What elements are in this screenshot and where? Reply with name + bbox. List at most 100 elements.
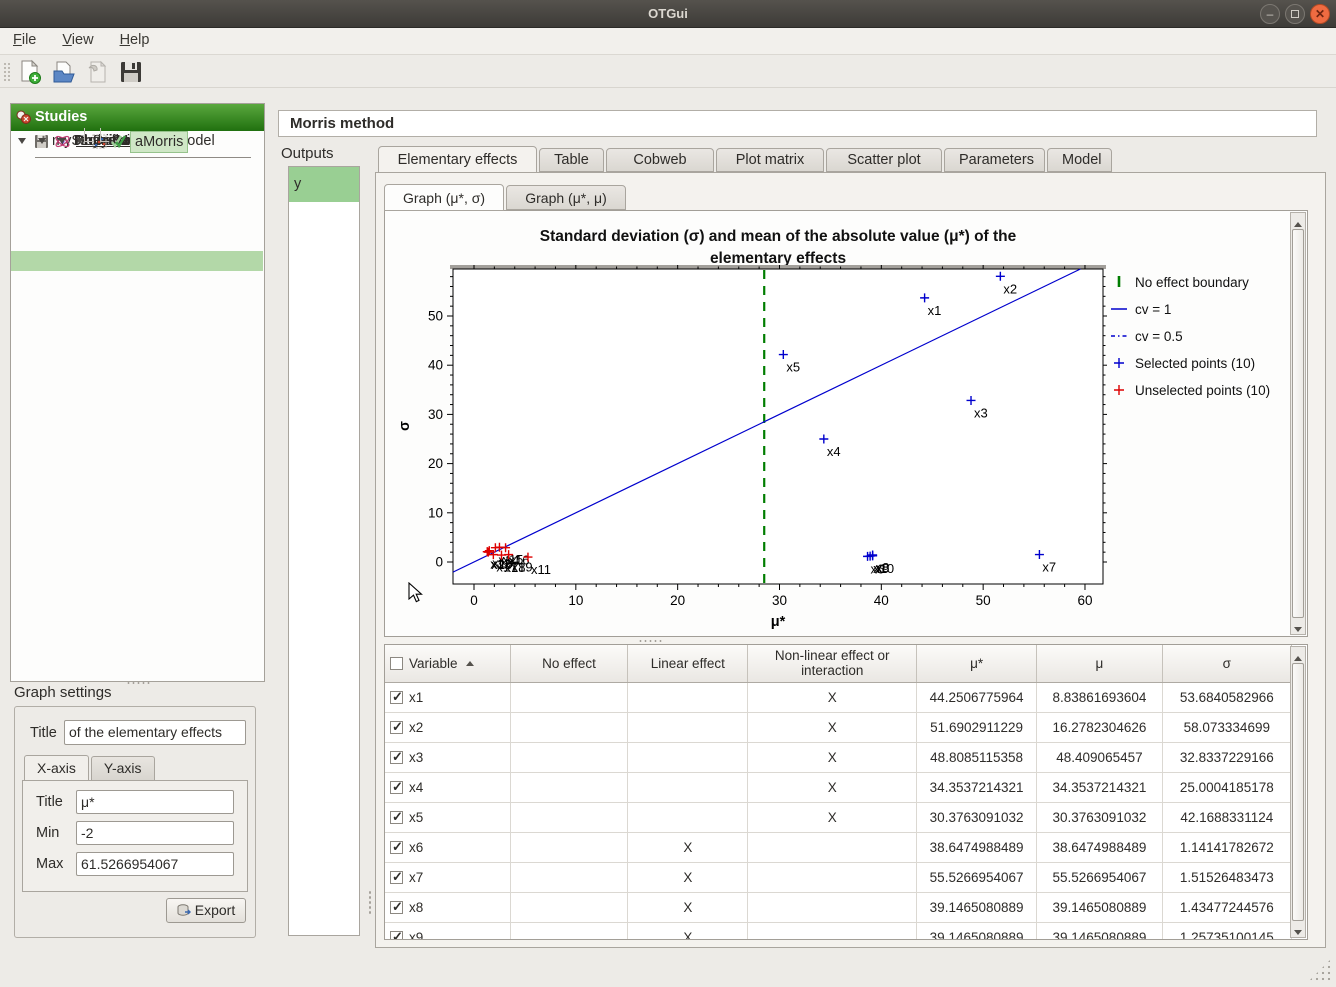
tab-cobweb-plot[interactable]: Cobweb plot <box>606 148 714 172</box>
row-checkbox[interactable] <box>390 721 403 734</box>
chart-legend[interactable]: No effect boundarycv = 1cv = 0.5Selected… <box>1111 275 1270 398</box>
toolbar-drag-handle[interactable] <box>3 62 10 82</box>
open-study-icon[interactable] <box>51 59 77 85</box>
axis-tab-x-axis[interactable]: X-axis <box>24 755 89 780</box>
row-checkbox[interactable] <box>390 871 403 884</box>
sigma-cell: 53.6840582966 <box>1162 682 1291 712</box>
column-header[interactable]: σ <box>1162 645 1291 682</box>
scroll-down-icon[interactable] <box>1291 922 1305 936</box>
nonlinear-effect-cell <box>748 892 916 922</box>
field-label-max: Max <box>36 856 63 872</box>
column-header[interactable]: No effect <box>510 645 627 682</box>
table-row-x3: x3X48.808511535848.40906545732.833722916… <box>385 742 1292 772</box>
graph-scrollbar[interactable] <box>1290 212 1306 635</box>
subtab-graph-mustar-sigma[interactable]: Graph (μ*, σ) <box>384 184 504 211</box>
scroll-up-icon[interactable] <box>1291 214 1305 228</box>
tree-item-screening[interactable]: Screening <box>11 231 263 251</box>
tree-item-definition[interactable]: Definition <box>11 191 263 211</box>
svg-text:x11: x11 <box>531 562 551 577</box>
window-resize-grip[interactable] <box>1308 958 1332 982</box>
tab-scatter-plot[interactable]: Scatter plot <box>826 148 942 172</box>
tab-model[interactable]: Model <box>1047 148 1112 172</box>
subtab-graph-mustar-mu[interactable]: Graph (μ*, μ) <box>506 185 626 210</box>
analysis-title: Morris method <box>278 110 1317 137</box>
row-checkbox[interactable] <box>390 751 403 764</box>
row-checkbox[interactable] <box>390 811 403 824</box>
mu-cell: 39.1465080889 <box>1037 892 1162 922</box>
table-row-x9: x9X39.146508088939.14650808891.257351001… <box>385 922 1292 940</box>
table-scrollbar-thumb[interactable] <box>1292 663 1304 921</box>
mu-star-cell: 30.3763091032 <box>916 802 1036 832</box>
row-checkbox[interactable] <box>390 841 403 854</box>
svg-text:30: 30 <box>428 407 443 422</box>
sigma-cell: 32.8337229166 <box>1162 742 1291 772</box>
svg-text:cv = 0.5: cv = 0.5 <box>1135 329 1183 344</box>
tab-parameters[interactable]: Parameters <box>944 148 1045 172</box>
new-study-icon[interactable] <box>17 59 43 85</box>
scroll-down-icon[interactable] <box>1291 619 1305 633</box>
tree-item-amorris[interactable]: aMorris <box>11 251 263 271</box>
tab-plot-matrix[interactable]: Plot matrix <box>716 148 824 172</box>
branch-line <box>100 128 101 141</box>
nonlinear-effect-cell: X <box>748 802 916 832</box>
svg-text:cv = 1: cv = 1 <box>1135 302 1171 317</box>
mu-cell: 16.2782304626 <box>1037 712 1162 742</box>
effects-table-panel: VariableNo effectLinear effectNon-linear… <box>384 644 1308 940</box>
morris-scatter-chart[interactable]: Standard deviation (σ) and mean of the a… <box>385 211 1307 636</box>
variable-cell: x7 <box>385 862 510 892</box>
studies-panel-header: Studies <box>11 104 264 131</box>
row-checkbox[interactable] <box>390 691 403 704</box>
close-button[interactable]: ✕ <box>1310 4 1330 24</box>
expander-icon[interactable] <box>18 138 26 144</box>
splitter-handle-vertical[interactable] <box>368 890 372 916</box>
graph-title-input[interactable]: of the elementary effects <box>64 720 246 745</box>
expander-icon[interactable] <box>38 138 46 144</box>
python-script-icon[interactable] <box>85 59 111 85</box>
tab-elementary-effects[interactable]: Elementary effects <box>378 146 537 173</box>
column-header[interactable]: μ <box>1037 645 1162 682</box>
row-checkbox[interactable] <box>390 781 403 794</box>
menu-view[interactable]: View <box>49 28 106 52</box>
menubar: FileViewHelp <box>0 28 1336 55</box>
tree-item-probabilistic-model[interactable]: Probabilistic model <box>11 211 263 231</box>
splitter-handle[interactable] <box>126 681 152 685</box>
column-header[interactable]: μ* <box>916 645 1036 682</box>
no-effect-cell <box>510 922 627 940</box>
field-input-max[interactable]: 61.5266954067 <box>76 852 234 876</box>
column-header[interactable]: Linear effect <box>628 645 748 682</box>
menu-help[interactable]: Help <box>107 28 163 52</box>
select-all-checkbox[interactable] <box>390 657 403 670</box>
maximize-icon <box>1291 10 1299 18</box>
splitter-handle-graph-table[interactable] <box>638 639 664 643</box>
row-checkbox[interactable] <box>390 901 403 914</box>
sigma-cell: 1.25735100145 <box>1162 922 1291 940</box>
graph-scrollbar-thumb[interactable] <box>1292 229 1304 618</box>
tree-item-morrismodel[interactable]: MorrisModel <box>11 171 263 191</box>
svg-text:x19: x19 <box>512 560 533 575</box>
maximize-button[interactable] <box>1285 4 1305 24</box>
column-header-variable[interactable]: Variable <box>385 645 510 682</box>
morris-graph-panel: Standard deviation (σ) and mean of the a… <box>384 210 1308 637</box>
row-checkbox[interactable] <box>390 931 403 941</box>
svg-text:Unselected points (10): Unselected points (10) <box>1135 383 1270 398</box>
field-input-min[interactable]: -2 <box>76 821 234 845</box>
table-row-x6: x6X38.647498848938.64749884891.141417826… <box>385 832 1292 862</box>
column-header[interactable]: Non-linear effect or interaction <box>748 645 916 682</box>
sigma-cell: 58.073334699 <box>1162 712 1291 742</box>
field-input-title[interactable]: μ* <box>76 790 234 814</box>
menu-file[interactable]: File <box>0 28 49 52</box>
mu-cell: 38.6474988489 <box>1037 832 1162 862</box>
export-button[interactable]: Export <box>166 898 246 923</box>
axis-tab-y-axis[interactable]: Y-axis <box>91 756 155 780</box>
expander-icon[interactable] <box>58 138 66 144</box>
mu-star-cell: 48.8085115358 <box>916 742 1036 772</box>
table-scrollbar[interactable] <box>1290 646 1306 938</box>
tab-table[interactable]: Table <box>539 148 604 172</box>
expander-icon[interactable] <box>76 138 84 144</box>
output-item-y[interactable]: y <box>289 167 359 202</box>
save-icon[interactable] <box>118 59 144 85</box>
scroll-up-icon[interactable] <box>1291 648 1305 662</box>
linear-effect-cell <box>628 772 748 802</box>
minimize-button[interactable]: – <box>1260 4 1280 24</box>
svg-text:x1: x1 <box>928 303 942 318</box>
